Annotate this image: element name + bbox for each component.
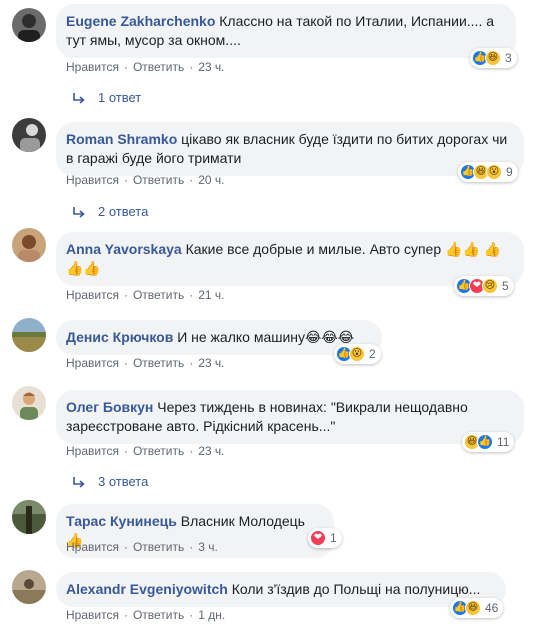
replies-count[interactable]: 2 ответа: [98, 204, 148, 219]
reply-link[interactable]: Ответить: [133, 540, 184, 554]
reaction-count: 9: [506, 165, 513, 179]
like-link[interactable]: Нравится: [66, 60, 119, 74]
reaction-count: 1: [330, 531, 337, 545]
separator: ·: [123, 608, 128, 622]
comment-actions: Нравится · Ответить · 20 ч.: [66, 173, 225, 187]
avatar[interactable]: [12, 570, 46, 604]
comment-text: Коли з'їздив до Польщі на полуницю...: [231, 581, 481, 597]
separator: ·: [189, 173, 194, 187]
wow-icon: 😮: [349, 346, 365, 362]
comment-time[interactable]: 20 ч.: [198, 173, 224, 187]
reply-link[interactable]: Ответить: [133, 288, 184, 302]
haha-icon: 😆: [465, 600, 481, 616]
reply-link[interactable]: Ответить: [133, 356, 184, 370]
view-replies-link[interactable]: 3 ответа: [72, 474, 148, 489]
separator: ·: [189, 540, 194, 554]
separator: ·: [123, 444, 128, 458]
separator: ·: [123, 173, 128, 187]
sad-icon: 😢: [482, 278, 498, 294]
comment-time[interactable]: 3 ч.: [198, 540, 218, 554]
reply-arrow-icon: [73, 206, 85, 218]
reaction-summary[interactable]: 👍 ❤ 😢 5: [454, 276, 514, 296]
replies-count[interactable]: 3 ответа: [98, 474, 148, 489]
separator: ·: [189, 608, 194, 622]
reply-link[interactable]: Ответить: [133, 444, 184, 458]
comment-author[interactable]: Олег Бовкун: [66, 399, 153, 415]
reaction-count: 3: [505, 51, 512, 65]
reaction-summary[interactable]: 👍 😮 2: [334, 344, 381, 364]
like-icon: 👍: [477, 434, 493, 450]
comment-time[interactable]: 1 дн.: [198, 608, 225, 622]
comment-text: И не жалко машину😂😂😂: [177, 329, 355, 345]
avatar[interactable]: [12, 8, 46, 42]
comment-bubble: Eugene Zakharchenko Классно на такой по …: [56, 4, 516, 58]
comment-author[interactable]: Тарас Кунинець: [66, 513, 177, 529]
reaction-count: 5: [502, 279, 509, 293]
like-link[interactable]: Нравится: [66, 173, 119, 187]
comment-bubble: Anna Yavorskaya Какие все добрые и милые…: [56, 232, 524, 286]
comment-actions: Нравится · Ответить · 21 ч.: [66, 288, 225, 302]
avatar[interactable]: [12, 318, 46, 352]
reply-link[interactable]: Ответить: [133, 608, 184, 622]
love-icon: ❤: [310, 530, 326, 546]
like-link[interactable]: Нравится: [66, 288, 119, 302]
comment-bubble: Олег Бовкун Через тиждень в новинах: "Ви…: [56, 390, 524, 444]
separator: ·: [123, 540, 128, 554]
reaction-summary[interactable]: ❤ 1: [308, 528, 342, 548]
reply-arrow-icon: [73, 476, 85, 488]
comment-time[interactable]: 21 ч.: [198, 288, 224, 302]
comment-bubble: Roman Shramko цікаво як власник буде їзд…: [56, 122, 524, 176]
reply-link[interactable]: Ответить: [133, 60, 184, 74]
reply-link[interactable]: Ответить: [133, 173, 184, 187]
reaction-summary[interactable]: 👍 😆 😮 9: [458, 162, 518, 182]
avatar[interactable]: [12, 228, 46, 262]
reaction-summary[interactable]: 👍 😆 3: [470, 48, 517, 68]
comment-author[interactable]: Денис Крючков: [66, 329, 173, 345]
comment-actions: Нравится · Ответить · 3 ч.: [66, 540, 218, 554]
comment-time[interactable]: 23 ч.: [198, 60, 224, 74]
wow-icon: 😮: [486, 164, 502, 180]
separator: ·: [189, 288, 194, 302]
like-link[interactable]: Нравится: [66, 444, 119, 458]
comment-bubble: Alexandr Evgeniyowitch Коли з'їздив до П…: [56, 572, 506, 607]
comment-bubble: Денис Крючков И не жалко машину😂😂😂: [56, 320, 382, 355]
haha-icon: 😆: [485, 50, 501, 66]
comment-author[interactable]: Eugene Zakharchenko: [66, 13, 215, 29]
reaction-summary[interactable]: 👍 😆 46: [450, 598, 504, 618]
comment-author[interactable]: Alexandr Evgeniyowitch: [66, 581, 228, 597]
like-link[interactable]: Нравится: [66, 540, 119, 554]
avatar[interactable]: [12, 500, 46, 534]
separator: ·: [123, 288, 128, 302]
view-replies-link[interactable]: 2 ответа: [72, 204, 148, 219]
avatar[interactable]: [12, 386, 46, 420]
reply-arrow-icon: [73, 92, 85, 104]
comment-author[interactable]: Roman Shramko: [66, 131, 177, 147]
separator: ·: [189, 356, 194, 370]
comment-time[interactable]: 23 ч.: [198, 356, 224, 370]
separator: ·: [123, 356, 128, 370]
reaction-count: 11: [497, 435, 510, 449]
reaction-summary[interactable]: 😆 👍 11: [462, 432, 515, 452]
like-link[interactable]: Нравится: [66, 608, 119, 622]
avatar[interactable]: [12, 118, 46, 152]
like-link[interactable]: Нравится: [66, 356, 119, 370]
separator: ·: [189, 444, 194, 458]
comment-actions: Нравится · Ответить · 1 дн.: [66, 608, 225, 622]
comment-time[interactable]: 23 ч.: [198, 444, 224, 458]
replies-count[interactable]: 1 ответ: [98, 90, 141, 105]
view-replies-link[interactable]: 1 ответ: [72, 90, 141, 105]
separator: ·: [123, 60, 128, 74]
comment-actions: Нравится · Ответить · 23 ч.: [66, 356, 225, 370]
reaction-count: 46: [485, 601, 499, 615]
separator: ·: [189, 60, 194, 74]
reaction-count: 2: [369, 347, 376, 361]
comment-actions: Нравится · Ответить · 23 ч.: [66, 444, 225, 458]
comment-author[interactable]: Anna Yavorskaya: [66, 241, 182, 257]
comment-actions: Нравится · Ответить · 23 ч.: [66, 60, 225, 74]
